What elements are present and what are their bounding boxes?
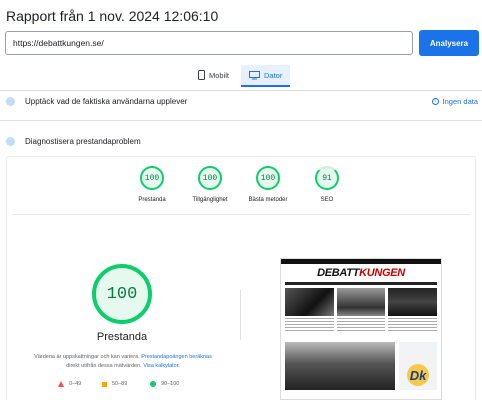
site-badge: Dk <box>407 364 429 386</box>
square-icon <box>102 381 107 387</box>
lab-heading: Diagnostisera prestandaproblem <box>25 137 141 146</box>
analyze-button[interactable]: Analysera <box>419 30 479 56</box>
feature-image <box>285 342 395 390</box>
note-text-2: direkt utifrån dessa mätvärden. <box>66 363 142 369</box>
score-label: Prestanda <box>138 197 166 203</box>
card-divider <box>12 214 470 215</box>
thumbnail-image <box>388 288 438 316</box>
divider <box>0 120 482 121</box>
performance-label: Prestanda <box>96 331 148 343</box>
site-logo: DEBATTKUNGEN <box>317 267 405 279</box>
performance-gauge: 100 <box>92 264 152 324</box>
lab-data-section: Diagnostisera prestandaproblem <box>6 137 482 146</box>
score-gauge-performance[interactable]: 100 Prestanda <box>122 166 182 203</box>
article-captions <box>281 316 441 334</box>
caption-lines <box>388 318 438 332</box>
article-thumbnails <box>281 285 441 316</box>
thumbnail-image <box>336 288 386 316</box>
report-title: Rapport från 1 nov. 2024 12:06:10 <box>6 8 219 24</box>
diagnostics-icon <box>6 137 15 146</box>
triangle-icon <box>58 381 64 387</box>
tab-desktop-label: Dator <box>264 70 283 80</box>
caption-lines <box>336 318 386 332</box>
vertical-divider <box>240 290 241 340</box>
score-gauge-accessibility[interactable]: 100 Tillgänglighet <box>180 166 240 203</box>
desktop-icon <box>249 70 260 79</box>
tab-desktop[interactable]: Dator <box>241 65 291 87</box>
side-box: Dk <box>399 342 437 390</box>
score-calc-link[interactable]: Prestandapoängen beräknas <box>141 354 212 360</box>
phone-icon <box>198 70 205 80</box>
lower-content: Dk <box>281 334 441 390</box>
score-value: 91 <box>315 166 339 190</box>
score-gauge-best-practices[interactable]: 100 Bästa metoder <box>238 166 298 203</box>
thumbnail-image <box>285 288 334 316</box>
note-text: Värdena är uppskattningar och kan varier… <box>34 354 140 360</box>
site-topbar <box>281 259 441 264</box>
tab-mobile-label: Mobilt <box>209 70 230 80</box>
legend-average-label: 50–89 <box>112 381 128 387</box>
no-data-link[interactable]: i Ingen data <box>431 97 478 106</box>
score-label: Tillgänglighet <box>192 197 228 203</box>
circle-icon <box>150 381 156 387</box>
url-input[interactable] <box>5 31 413 55</box>
field-data-heading: Upptäck vad de faktiska användarna upple… <box>25 97 188 106</box>
score-label: Bästa metoder <box>248 197 288 203</box>
info-icon: i <box>431 98 439 105</box>
score-value: 100 <box>256 166 280 190</box>
score-value: 100 <box>140 166 164 190</box>
performance-note: Värdena är uppskattningar och kan varier… <box>8 353 238 371</box>
users-icon <box>6 97 15 106</box>
no-data-label: Ingen data <box>442 97 478 106</box>
score-label: SEO <box>320 197 334 203</box>
legend-poor-label: 0–49 <box>69 381 82 387</box>
legend-average: 50–89 <box>102 381 127 387</box>
score-value: 100 <box>198 166 222 190</box>
page-screenshot[interactable]: DEBATTKUNGEN Dk <box>280 258 442 400</box>
show-calculator-link[interactable]: Visa kalkylator. <box>143 363 180 369</box>
legend-good-label: 90–100 <box>161 381 180 387</box>
legend-poor: 0–49 <box>58 381 81 387</box>
caption-lines <box>285 318 334 332</box>
legend-good: 90–100 <box>150 381 179 387</box>
score-gauge-seo[interactable]: 91 SEO <box>297 166 357 203</box>
tab-mobile[interactable]: Mobilt <box>190 65 237 85</box>
divider <box>0 90 482 91</box>
field-data-section: Upptäck vad de faktiska användarna upple… <box>6 97 482 106</box>
